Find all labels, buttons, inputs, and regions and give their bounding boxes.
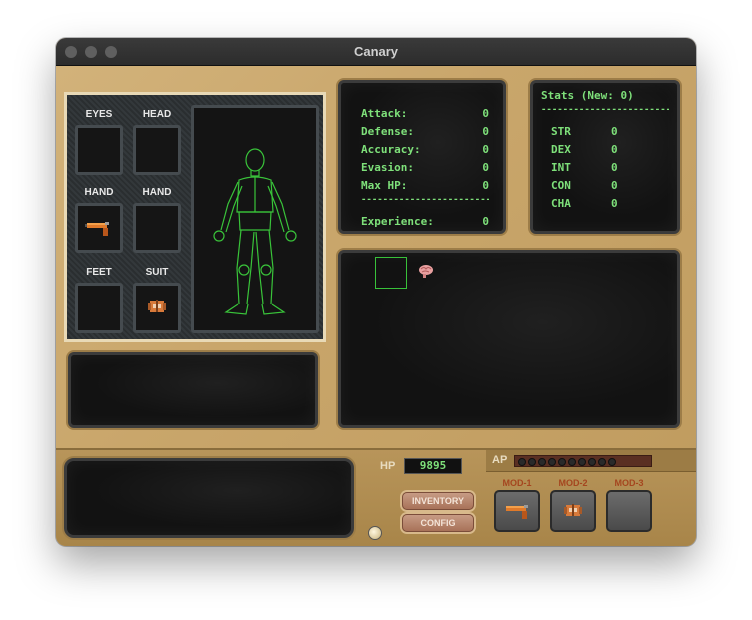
- ap-pip: [608, 458, 616, 466]
- body-silhouette-icon: [213, 148, 297, 315]
- app-window: Canary EYES HEAD HAND HAND FEET SUIT Att…: [56, 38, 696, 546]
- ap-pip: [588, 458, 596, 466]
- ability-divider: -------------------------: [541, 105, 669, 115]
- stat-row-defense: Defense: 0: [361, 125, 489, 138]
- slot-label-hand-left: HAND: [84, 187, 114, 198]
- brain-icon[interactable]: [417, 263, 435, 279]
- ability-row-int: INT 0: [551, 161, 618, 174]
- indicator-light: [368, 526, 382, 540]
- pistol-icon: [506, 505, 528, 519]
- ap-pip: [528, 458, 536, 466]
- slot-label-hand-right: HAND: [142, 187, 172, 198]
- equip-slot-head[interactable]: [133, 125, 181, 175]
- window-title: Canary: [353, 44, 399, 59]
- ability-row-cha: CHA 0: [551, 197, 618, 210]
- mod-label-1: MOD-1: [502, 478, 532, 488]
- inventory-button[interactable]: INVENTORY: [402, 492, 474, 510]
- ap-pip: [558, 458, 566, 466]
- stat-row-experience: Experience: 0: [361, 215, 489, 228]
- suit-icon: [148, 300, 166, 312]
- ap-pip: [548, 458, 556, 466]
- slot-label-suit: SUIT: [145, 267, 169, 278]
- pistol-icon: [85, 222, 109, 236]
- suit-icon: [564, 504, 582, 516]
- game-screen: EYES HEAD HAND HAND FEET SUIT Attack: 0 …: [56, 66, 696, 546]
- message-log-screen: [64, 458, 354, 538]
- equip-slot-suit[interactable]: [133, 283, 181, 333]
- mod-slot-3[interactable]: [606, 490, 652, 532]
- slot-label-feet: FEET: [86, 267, 112, 278]
- slot-label-head: HEAD: [142, 109, 172, 120]
- equip-slot-hand-right[interactable]: [133, 203, 181, 253]
- mod-slot-2[interactable]: [550, 490, 596, 532]
- stats-divider: -------------------------: [361, 195, 489, 205]
- inventory-selection-cursor[interactable]: [375, 257, 407, 289]
- hp-label: HP: [380, 460, 396, 472]
- equip-slot-feet[interactable]: [75, 283, 123, 333]
- slot-label-eyes: EYES: [85, 109, 113, 120]
- mod-label-2: MOD-2: [558, 478, 588, 488]
- mod-label-3: MOD-3: [614, 478, 644, 488]
- ap-pip: [538, 458, 546, 466]
- ap-pip: [598, 458, 606, 466]
- stat-row-accuracy: Accuracy: 0: [361, 143, 489, 156]
- ap-pip: [568, 458, 576, 466]
- ap-pip: [578, 458, 586, 466]
- description-screen: [68, 352, 318, 428]
- equip-slot-eyes[interactable]: [75, 125, 123, 175]
- ability-stats-header: Stats (New: 0): [541, 89, 634, 102]
- ap-pip: [518, 458, 526, 466]
- stat-row-attack: Attack: 0: [361, 107, 489, 120]
- ability-row-str: STR 0: [551, 125, 618, 138]
- stat-row-max-hp: Max HP: 0: [361, 179, 489, 192]
- equip-slot-hand-left[interactable]: [75, 203, 123, 253]
- ability-row-con: CON 0: [551, 179, 618, 192]
- stat-row-evasion: Evasion: 0: [361, 161, 489, 174]
- combat-stats-panel: Attack: 0 Defense: 0 Accuracy: 0 Evasion…: [338, 80, 506, 234]
- equipment-panel: EYES HEAD HAND HAND FEET SUIT: [64, 92, 326, 342]
- title-bar: Canary: [56, 38, 696, 66]
- ability-stats-panel: Stats (New: 0) -------------------------…: [530, 80, 680, 234]
- inventory-panel: [338, 250, 680, 428]
- ability-row-dex: DEX 0: [551, 143, 618, 156]
- ap-label: AP: [492, 454, 508, 466]
- config-button[interactable]: CONFIG: [402, 514, 474, 532]
- character-figure-display: [191, 105, 319, 333]
- mod-slot-1[interactable]: [494, 490, 540, 532]
- hp-counter: 9895: [404, 458, 462, 474]
- ap-pip-track: [514, 455, 652, 467]
